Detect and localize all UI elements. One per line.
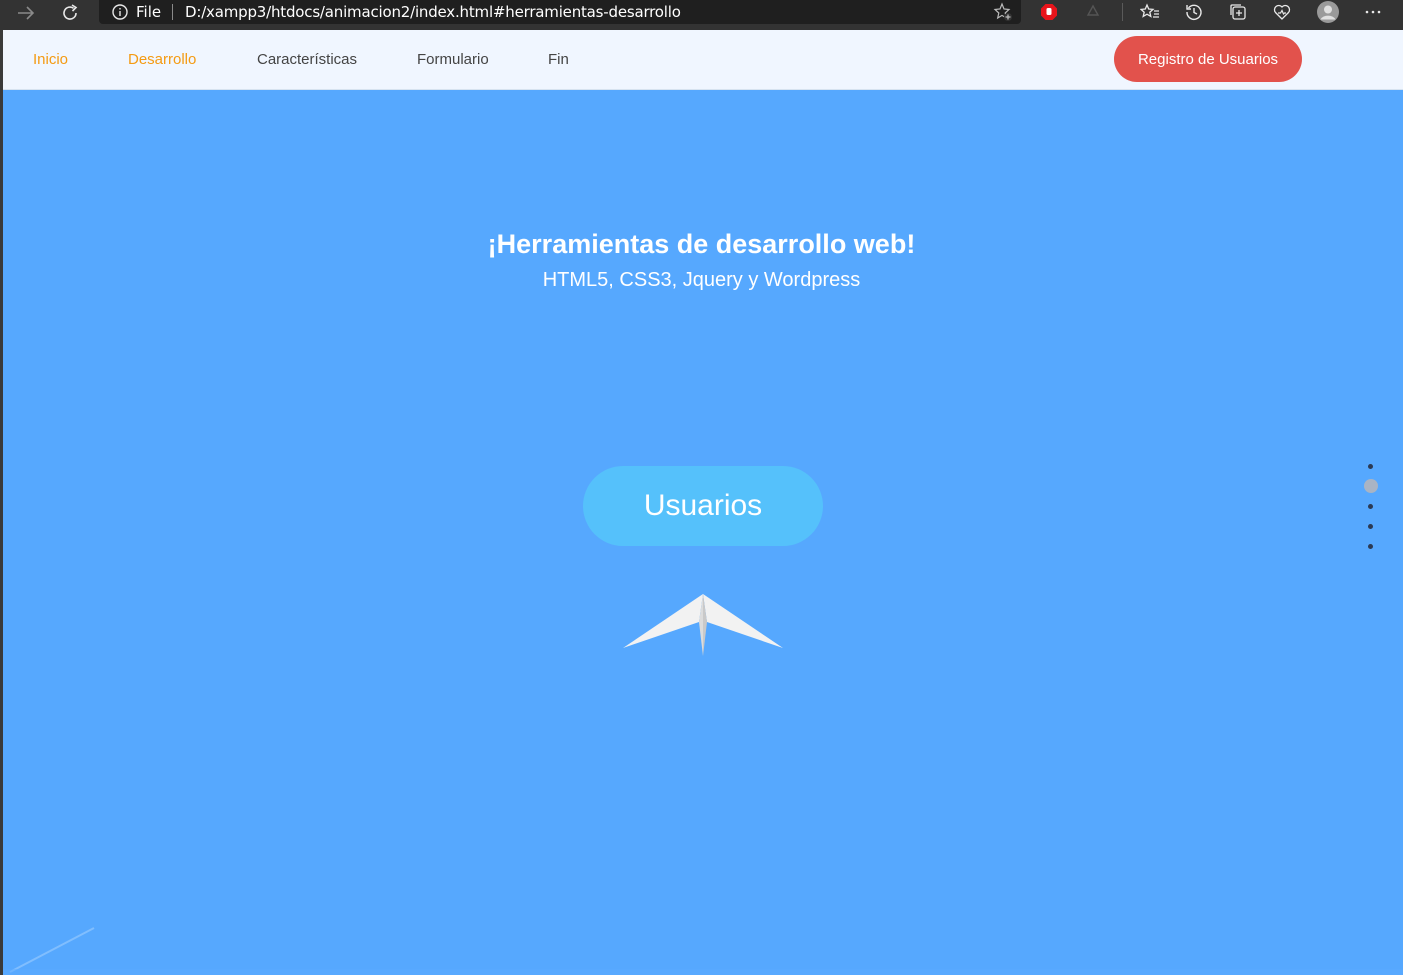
section-dot-nav [1361,456,1381,556]
arrow-right-icon [18,6,35,20]
section-dot-2[interactable] [1364,479,1378,493]
section-dot-1[interactable] [1368,463,1373,469]
toolbar-divider [1122,3,1123,21]
section-bottom-edge [3,969,1403,975]
hero-subtitle: HTML5, CSS3, Jquery y Wordpress [542,269,861,291]
nav-link-fin[interactable]: Fin [548,51,569,69]
nav-link-inicio[interactable]: Inicio [33,51,68,69]
reload-icon [63,4,78,20]
history-icon [1186,4,1202,21]
nav-link-desarrollo[interactable]: Desarrollo [128,51,196,69]
avatar-icon [1317,1,1339,23]
paper-plane-icon [623,594,783,656]
nav-link-formulario[interactable]: Formulario [417,51,489,69]
nav-link-caracteristicas[interactable]: Características [257,51,357,69]
section-dot-4[interactable] [1368,523,1373,529]
heart-pulse-icon [1273,4,1291,20]
stop-hand-icon [1041,4,1057,20]
extension-button[interactable] [1078,0,1108,24]
collections-icon [1230,4,1246,20]
back-button[interactable] [6,0,46,26]
more-icon [1365,10,1381,14]
url-scheme-label: File [136,3,162,21]
recycle-icon [1086,4,1100,16]
extension-adblock-button[interactable] [1034,0,1064,24]
hero-title: ¡Herramientas de desarrollo web! [487,229,916,259]
history-button[interactable] [1179,0,1209,24]
profile-button[interactable] [1313,0,1343,24]
browser-toolbar: File D:/xampp3/htdocs/animacion2/index.h… [0,0,1403,30]
collections-button[interactable] [1223,0,1253,24]
site-navbar: Inicio Desarrollo Características Formul… [3,30,1403,90]
add-favorite-icon[interactable] [993,2,1013,22]
page-left-edge [0,30,3,975]
favorites-icon [1140,3,1159,18]
more-menu-button[interactable] [1358,0,1388,24]
reload-button[interactable] [50,0,90,26]
section-dot-3[interactable] [1368,503,1373,509]
address-divider [172,4,173,20]
motion-streak-decoration [9,927,95,973]
info-icon[interactable] [111,3,129,21]
url-text[interactable]: D:/xampp3/htdocs/animacion2/index.html#h… [185,2,681,22]
performance-button[interactable] [1267,0,1297,24]
section-dot-5[interactable] [1368,543,1373,549]
address-bar[interactable]: File D:/xampp3/htdocs/animacion2/index.h… [99,0,1021,24]
register-users-button[interactable]: Registro de Usuarios [1114,36,1302,82]
favorites-button[interactable] [1135,0,1165,24]
usuarios-button[interactable]: Usuarios [583,466,823,546]
